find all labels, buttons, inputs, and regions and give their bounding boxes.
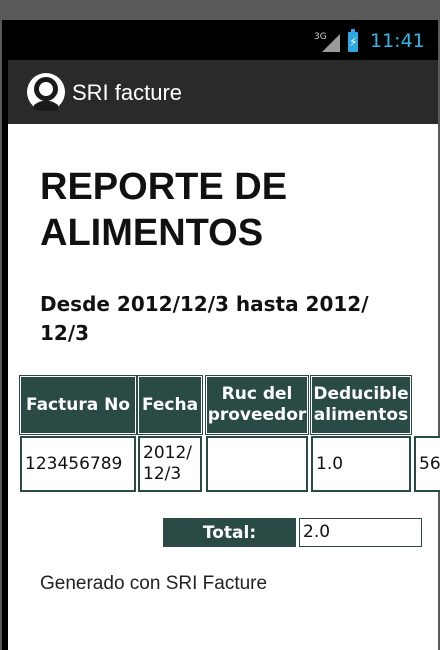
column-header-ruc: Ruc del proveedor [205,375,309,435]
column-header-deducible: Deducible alimentos [310,375,412,435]
battery-charging-icon: ⚡ [348,29,358,52]
cell-deducible: 1.0 [311,436,411,492]
signal-icon [322,34,340,52]
screen-frame: 3G ⚡ 11:41 SRI facture REPORTE DE ALIMEN… [0,0,440,650]
report-content[interactable]: REPORTE DE ALIMENTOS Desde 2012/12/3 has… [8,124,440,650]
column-header-fecha: Fecha [137,375,203,435]
cell-factura: 123456789 [20,436,136,492]
total-value: 2.0 [299,518,422,547]
clock: 11:41 [370,30,425,52]
cell-overflow: 56 [414,436,440,492]
app-title: SRI facture [72,80,183,105]
report-title: REPORTE DE ALIMENTOS [40,166,288,254]
cell-fecha: 2012/ 12/3 [138,436,202,492]
column-header-factura: Factura No [19,375,137,435]
device-screen: 3G ⚡ 11:41 SRI facture REPORTE DE ALIMEN… [2,20,440,650]
report-page: REPORTE DE ALIMENTOS Desde 2012/12/3 has… [8,124,440,650]
app-avatar-icon[interactable] [26,72,66,112]
status-bar: 3G ⚡ 11:41 [2,20,438,60]
report-date-range: Desde 2012/12/3 hasta 2012/ 12/3 [40,292,369,345]
footer-text: Generado con SRI Facture [40,573,268,594]
cell-fecha-text: 2012/ 12/3 [143,443,192,484]
cell-ruc [206,436,308,492]
action-bar: SRI facture [8,60,438,124]
total-label: Total: [163,518,296,547]
